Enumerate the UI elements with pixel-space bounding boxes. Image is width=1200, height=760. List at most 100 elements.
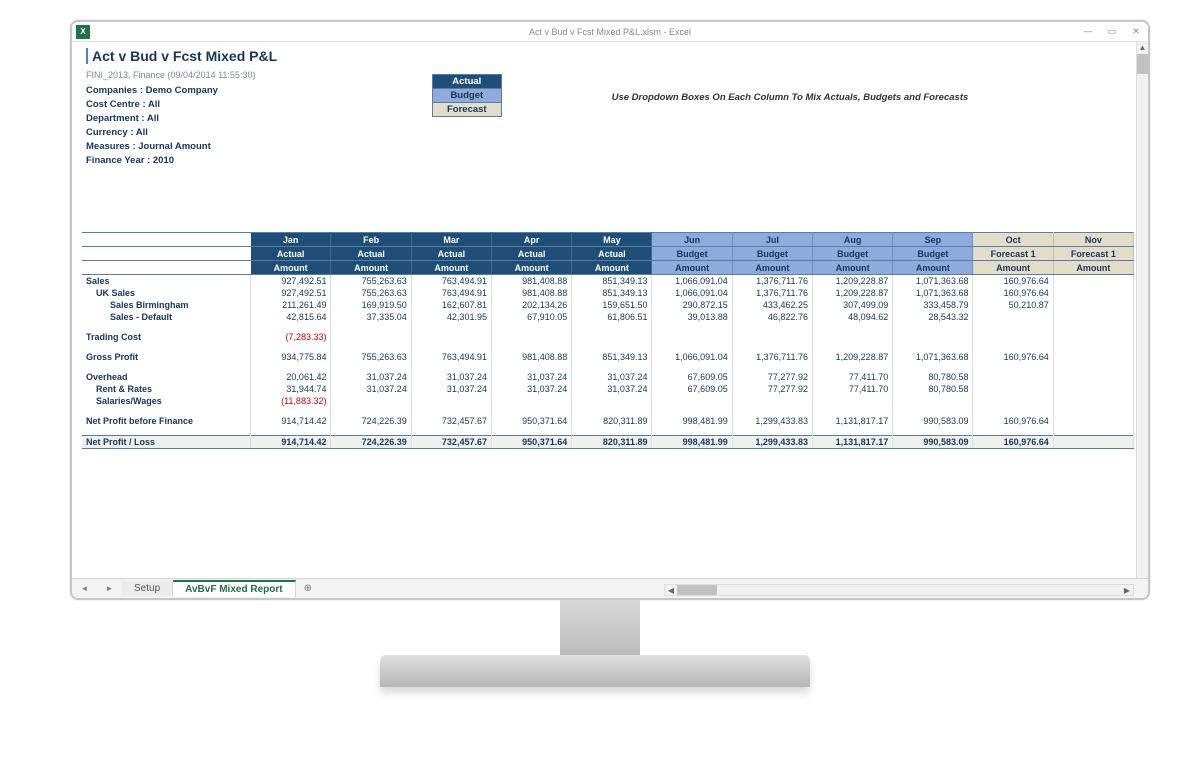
data-cell[interactable]: 990,583.09 (893, 415, 973, 427)
data-cell[interactable] (812, 331, 892, 343)
close-button[interactable]: ✕ (1124, 26, 1148, 37)
data-cell[interactable]: 77,411.70 (812, 371, 892, 383)
data-cell[interactable] (1053, 299, 1133, 311)
data-cell[interactable] (652, 395, 732, 407)
data-cell[interactable]: 820,311.89 (572, 415, 652, 427)
scroll-right-arrow-icon[interactable]: ▶ (1121, 586, 1133, 595)
column-header-type-dropdown[interactable]: Budget (652, 247, 732, 261)
data-cell[interactable]: 1,066,091.04 (652, 351, 732, 363)
data-cell[interactable] (1053, 287, 1133, 299)
data-cell[interactable]: 80,780.58 (893, 383, 973, 395)
data-cell[interactable]: (11,883.32) (251, 395, 331, 407)
column-header-type-dropdown[interactable]: Actual (572, 247, 652, 261)
data-cell[interactable]: 39,013.88 (652, 311, 732, 323)
column-header-month[interactable]: Jan (251, 233, 331, 247)
maximize-button[interactable]: ▭ (1100, 26, 1124, 37)
data-cell[interactable] (893, 331, 973, 343)
data-cell[interactable]: 934,775.84 (251, 351, 331, 363)
data-cell[interactable]: 333,458.79 (893, 299, 973, 311)
data-cell[interactable]: 763,494.91 (411, 287, 491, 299)
column-header-type-dropdown[interactable]: Actual (251, 247, 331, 261)
vertical-scroll-thumb[interactable] (1137, 54, 1148, 74)
data-cell[interactable] (1053, 275, 1133, 288)
data-cell[interactable]: 61,806.51 (572, 311, 652, 323)
data-cell[interactable] (1053, 435, 1133, 448)
data-cell[interactable]: 1,066,091.04 (652, 287, 732, 299)
data-cell[interactable]: 998,481.99 (652, 435, 732, 448)
data-cell[interactable]: 67,910.05 (491, 311, 571, 323)
data-cell[interactable]: 42,815.64 (251, 311, 331, 323)
column-header-month[interactable]: Nov (1053, 233, 1133, 247)
data-cell[interactable]: 160,976.64 (973, 275, 1053, 288)
data-cell[interactable]: 307,499.09 (812, 299, 892, 311)
data-cell[interactable] (1053, 395, 1133, 407)
column-header-type-dropdown[interactable]: Actual (411, 247, 491, 261)
data-cell[interactable]: 1,131,817.17 (812, 415, 892, 427)
data-cell[interactable]: 732,457.67 (411, 415, 491, 427)
data-cell[interactable]: 67,609.05 (652, 371, 732, 383)
data-cell[interactable] (732, 395, 812, 407)
tab-avbvf-mixed-report[interactable]: AvBvF Mixed Report (173, 580, 295, 597)
data-cell[interactable]: 820,311.89 (572, 435, 652, 448)
scroll-up-arrow-icon[interactable]: ▲ (1137, 42, 1148, 54)
column-header-type-dropdown[interactable]: Forecast 1 (1053, 247, 1133, 261)
data-cell[interactable]: 981,408.88 (491, 351, 571, 363)
column-header-type-dropdown[interactable]: Actual (331, 247, 411, 261)
data-cell[interactable] (572, 331, 652, 343)
data-cell[interactable] (973, 395, 1053, 407)
data-cell[interactable]: 48,094.62 (812, 311, 892, 323)
data-cell[interactable]: 162,607.81 (411, 299, 491, 311)
data-cell[interactable]: 1,066,091.04 (652, 275, 732, 288)
data-cell[interactable]: 31,037.24 (491, 383, 571, 395)
data-cell[interactable]: 914,714.42 (251, 415, 331, 427)
column-header-month[interactable]: Jul (732, 233, 812, 247)
column-header-month[interactable]: Aug (812, 233, 892, 247)
tab-nav-controls[interactable]: ◄ ► (72, 584, 122, 593)
data-cell[interactable]: 169,919.50 (331, 299, 411, 311)
data-cell[interactable] (812, 395, 892, 407)
column-header-month[interactable]: Sep (893, 233, 973, 247)
data-cell[interactable]: 1,376,711.76 (732, 351, 812, 363)
data-cell[interactable] (732, 331, 812, 343)
tab-nav-last-icon[interactable]: ► (106, 584, 114, 593)
data-cell[interactable]: 77,411.70 (812, 383, 892, 395)
data-cell[interactable]: 31,944.74 (251, 383, 331, 395)
data-cell[interactable] (1053, 371, 1133, 383)
data-cell[interactable]: 950,371.64 (491, 415, 571, 427)
data-cell[interactable]: 160,976.64 (973, 351, 1053, 363)
data-cell[interactable] (572, 395, 652, 407)
data-cell[interactable] (491, 395, 571, 407)
data-cell[interactable]: 31,037.24 (331, 371, 411, 383)
data-cell[interactable]: 755,263.63 (331, 287, 411, 299)
data-cell[interactable]: 42,301.95 (411, 311, 491, 323)
data-cell[interactable]: 1,071,363.68 (893, 351, 973, 363)
data-cell[interactable]: 80,780.58 (893, 371, 973, 383)
data-cell[interactable] (331, 395, 411, 407)
column-header-month[interactable]: Feb (331, 233, 411, 247)
column-header-month[interactable]: Jun (652, 233, 732, 247)
new-sheet-button[interactable]: ⊕ (296, 583, 320, 594)
data-cell[interactable]: 67,609.05 (652, 383, 732, 395)
minimize-button[interactable]: — (1076, 26, 1100, 37)
data-cell[interactable]: 31,037.24 (331, 383, 411, 395)
column-header-month[interactable]: Apr (491, 233, 571, 247)
scroll-left-arrow-icon[interactable]: ◀ (665, 586, 677, 595)
data-cell[interactable] (491, 331, 571, 343)
data-cell[interactable] (973, 371, 1053, 383)
data-cell[interactable]: 763,494.91 (411, 351, 491, 363)
data-cell[interactable]: 159,651.50 (572, 299, 652, 311)
data-cell[interactable]: 851,349.13 (572, 287, 652, 299)
data-cell[interactable] (411, 331, 491, 343)
data-cell[interactable]: 28,543.32 (893, 311, 973, 323)
data-cell[interactable]: 1,299,433.83 (732, 415, 812, 427)
data-cell[interactable] (973, 311, 1053, 323)
tab-nav-first-icon[interactable]: ◄ (81, 584, 89, 593)
data-cell[interactable]: 77,277.92 (732, 371, 812, 383)
data-cell[interactable]: 724,226.39 (331, 415, 411, 427)
data-cell[interactable]: 732,457.67 (411, 435, 491, 448)
data-cell[interactable] (1053, 351, 1133, 363)
data-cell[interactable]: 950,371.64 (491, 435, 571, 448)
data-cell[interactable]: 981,408.88 (491, 275, 571, 288)
tab-setup[interactable]: Setup (122, 581, 173, 596)
data-cell[interactable]: 1,299,433.83 (732, 435, 812, 448)
